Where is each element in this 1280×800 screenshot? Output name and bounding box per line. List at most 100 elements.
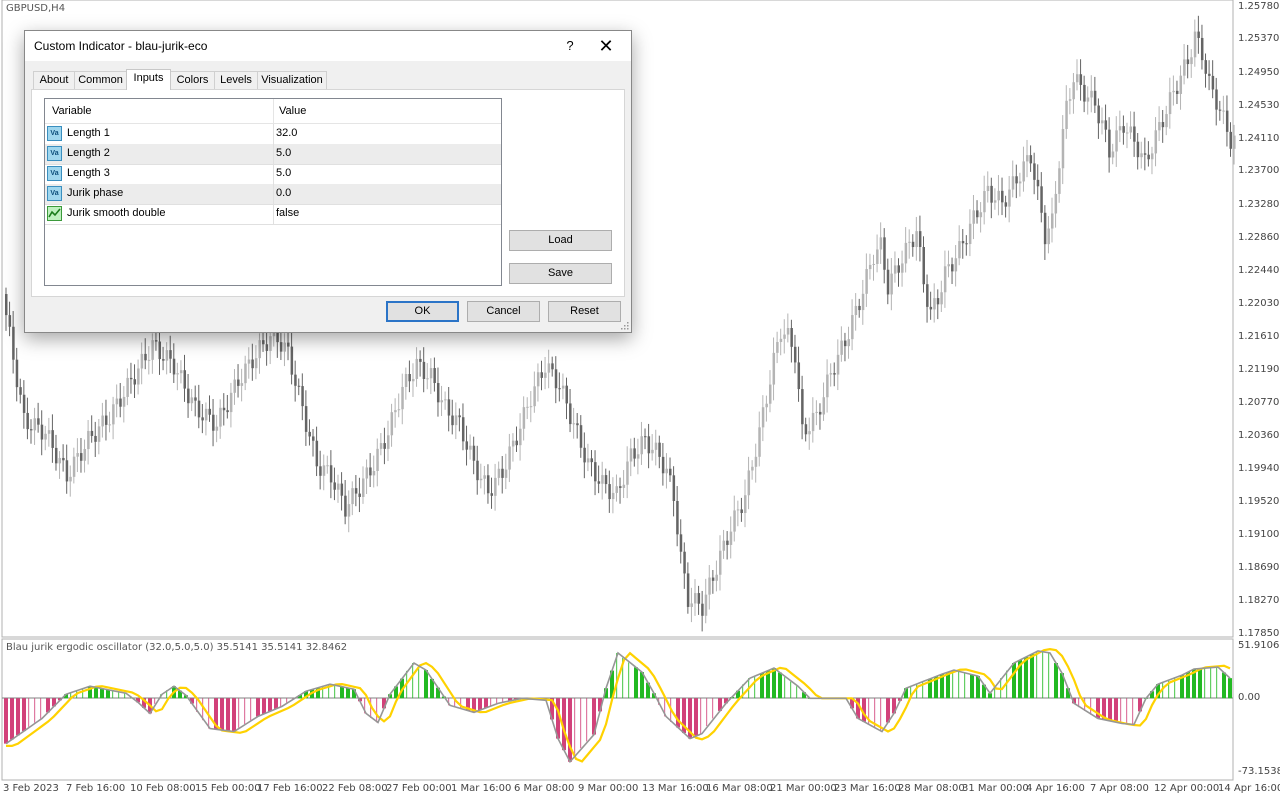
candle-body (672, 475, 676, 501)
input-row[interactable]: Jurik smooth double false (45, 204, 501, 225)
input-row[interactable]: Va Length 3 5.0 (45, 164, 501, 185)
candle-body (12, 326, 15, 360)
histogram-bar (220, 698, 224, 731)
candle-body (183, 370, 186, 389)
candle-body (1179, 75, 1183, 94)
candle-body (401, 386, 404, 410)
candle-body (679, 534, 683, 552)
histogram-bar (10, 698, 14, 740)
candle-body (879, 237, 883, 250)
candle-body (1011, 176, 1015, 190)
cancel-button[interactable]: Cancel (467, 301, 540, 322)
candle-body (1100, 120, 1104, 124)
price-tick-label: 1.25780 (1238, 1, 1280, 12)
input-value[interactable]: 5.0 (276, 147, 291, 159)
candle-body (1115, 130, 1118, 152)
candle-body (347, 504, 351, 517)
candle-body (658, 442, 661, 457)
candle-body (836, 354, 840, 375)
tab-common[interactable]: Common (74, 71, 127, 89)
tab-levels[interactable]: Levels (214, 71, 258, 89)
column-header-variable[interactable]: Variable (52, 105, 92, 117)
candle-body (451, 415, 454, 426)
candle-body (404, 373, 408, 387)
load-button[interactable]: Load (509, 230, 612, 251)
candle-body (137, 368, 140, 385)
candle-body (790, 328, 793, 347)
help-button[interactable]: ? (555, 33, 585, 59)
dialog-titlebar[interactable]: Custom Indicator - blau-jurik-eco ? ✕ (25, 31, 631, 61)
ok-button[interactable]: OK (386, 301, 459, 322)
histogram-bar (244, 698, 246, 724)
candle-body (279, 342, 283, 352)
candle-body (386, 435, 390, 449)
candle-body (1008, 189, 1011, 207)
histogram-bar (250, 698, 252, 721)
price-tick-label: 1.25370 (1238, 33, 1280, 45)
candle-body (961, 241, 965, 244)
candle-body (411, 378, 415, 382)
histogram-bar (226, 698, 230, 731)
histogram-bar (346, 687, 350, 699)
candle-body (362, 478, 365, 497)
candle-body (479, 478, 483, 481)
save-button[interactable]: Save (509, 263, 612, 284)
input-row[interactable]: Va Length 2 5.0 (45, 144, 501, 165)
price-tick-label: 1.19520 (1238, 495, 1280, 507)
candle-body (304, 406, 308, 432)
candle-body (104, 415, 108, 425)
candle-body (447, 399, 451, 416)
input-row[interactable]: Va Jurik phase 0.0 (45, 184, 501, 205)
candle-body (1022, 161, 1025, 182)
histogram-bar (970, 674, 974, 699)
tab-visualization[interactable]: Visualization (257, 71, 327, 89)
histogram-bar (376, 698, 378, 723)
candle-body (212, 414, 215, 431)
candle-body (1036, 179, 1040, 187)
time-tick-label: 17 Feb 16:00 (257, 783, 323, 794)
input-value[interactable]: 32.0 (276, 127, 297, 139)
histogram-bar (238, 698, 240, 728)
tab-about[interactable]: About (33, 71, 75, 89)
candle-body (868, 264, 872, 270)
candle-body (1061, 128, 1065, 169)
candle-body (1133, 126, 1136, 142)
candle-body (69, 476, 72, 482)
inputs-grid[interactable]: Variable Value Va Length 1 32.0 Va Lengt… (44, 98, 502, 286)
candle-body (1190, 57, 1193, 65)
candle-body (669, 468, 672, 476)
histogram-bar (772, 668, 776, 699)
candle-body (265, 344, 269, 351)
input-value[interactable]: false (276, 207, 299, 219)
candle-body (1108, 129, 1111, 158)
reset-button[interactable]: Reset (548, 301, 621, 322)
candle-body (97, 426, 101, 442)
oscillator-tick-label: 0.00 (1238, 692, 1261, 704)
input-value[interactable]: 5.0 (276, 167, 291, 179)
candle-body (194, 397, 197, 401)
candle-body (772, 352, 776, 385)
candle-body (162, 359, 165, 361)
column-header-value[interactable]: Value (279, 105, 306, 117)
candle-body (604, 475, 608, 485)
time-tick-label: 21 Mar 00:00 (770, 783, 837, 794)
tab-inputs[interactable]: Inputs (126, 69, 171, 90)
candle-body (865, 269, 868, 294)
candle-body (337, 483, 340, 490)
candle-body (954, 258, 958, 272)
input-row[interactable]: Va Length 1 32.0 (45, 124, 501, 145)
candle-body (647, 436, 651, 454)
close-icon[interactable]: ✕ (591, 33, 621, 59)
candle-body (465, 441, 469, 450)
candle-body (883, 237, 886, 270)
candle-body (558, 388, 561, 390)
histogram-bar (340, 686, 344, 699)
candle-body (754, 456, 758, 467)
resize-grip-icon[interactable] (621, 322, 629, 330)
histogram-bar (106, 689, 110, 699)
candle-body (893, 265, 897, 274)
candle-body (151, 340, 154, 360)
candle-body (901, 263, 904, 273)
input-value[interactable]: 0.0 (276, 187, 291, 199)
tab-colors[interactable]: Colors (170, 71, 215, 89)
